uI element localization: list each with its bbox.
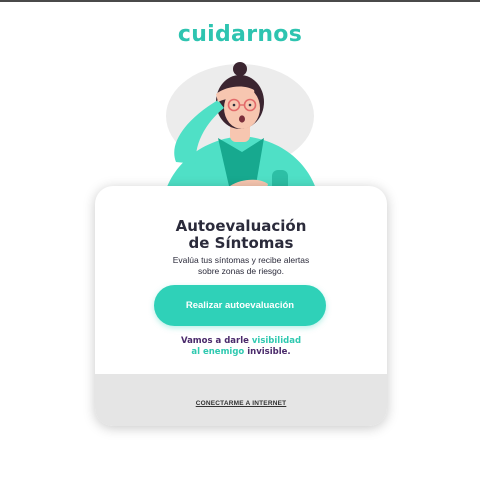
start-self-assessment-button[interactable]: Realizar autoevaluación: [154, 285, 326, 326]
card-subtitle-line-2: sobre zonas de riesgo.: [198, 266, 284, 276]
slogan-part-2: invisible.: [244, 347, 291, 357]
card-subtitle-line-1: Evalúa tus síntomas y recibe alertas: [172, 255, 310, 265]
slogan: Vamos a darle visibilidad al enemigo inv…: [95, 336, 387, 358]
slogan-line-1: Vamos a darle visibilidad: [95, 336, 387, 347]
slogan-highlight-1: visibilidad: [251, 336, 302, 346]
card-title: Autoevaluación de Síntomas: [95, 218, 387, 252]
connect-to-internet-link[interactable]: CONECTARME A INTERNET: [95, 400, 387, 407]
card-title-line-2: de Síntomas: [188, 234, 294, 252]
card-footer: CONECTARME A INTERNET: [95, 374, 387, 426]
card-title-line-1: Autoevaluación: [175, 217, 307, 235]
app-logo: cuidarnos: [177, 22, 303, 47]
self-assessment-card: Autoevaluación de Síntomas Evalúa tus sí…: [95, 186, 387, 426]
slogan-line-2: al enemigo invisible.: [95, 347, 387, 358]
card-subtitle: Evalúa tus síntomas y recibe alertas sob…: [95, 255, 387, 277]
slogan-part-1: Vamos a darle: [180, 336, 252, 346]
top-divider: [0, 0, 480, 2]
slogan-highlight-2: al enemigo: [191, 347, 245, 357]
